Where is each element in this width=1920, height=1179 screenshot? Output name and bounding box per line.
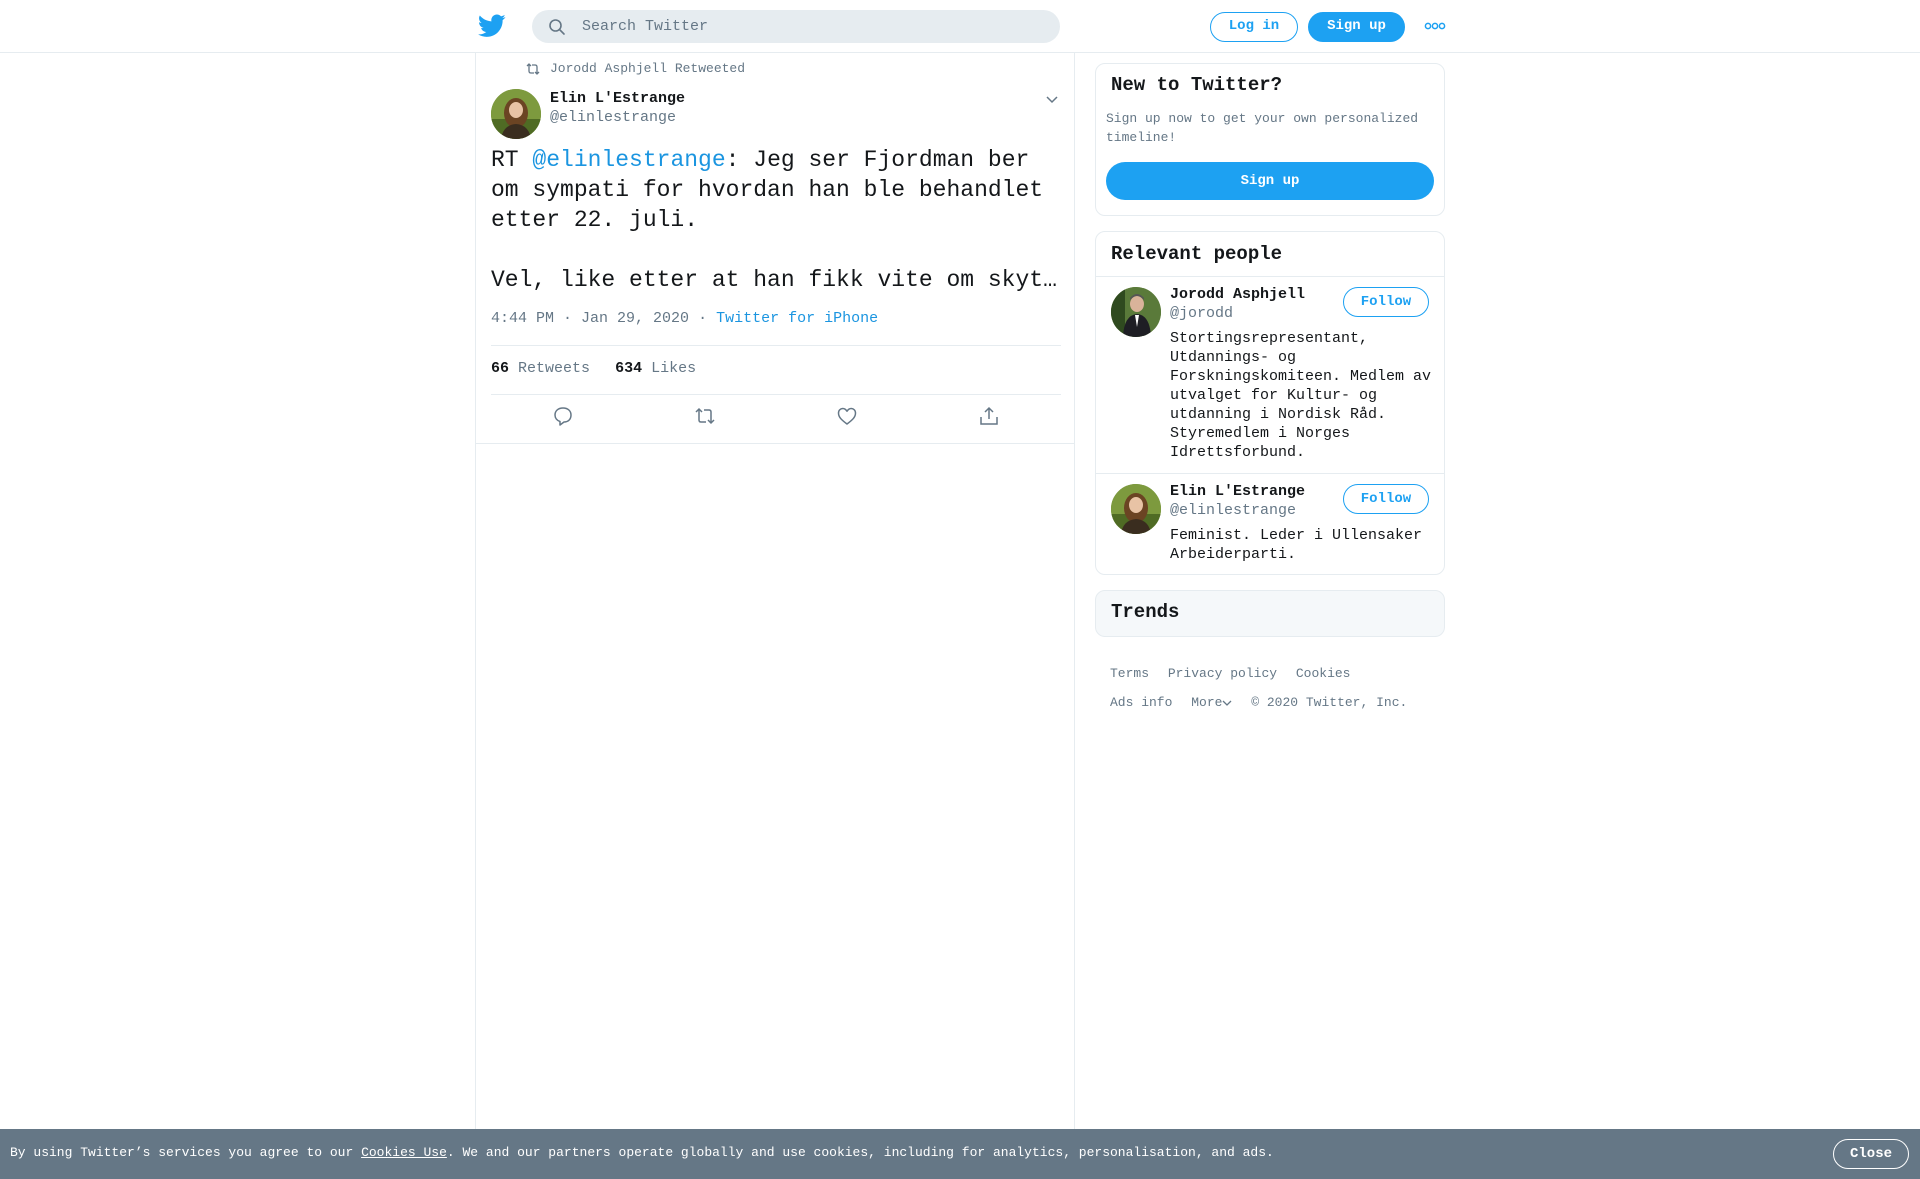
likes-label: Likes <box>651 360 697 377</box>
follow-button[interactable]: Follow <box>1343 484 1429 514</box>
meta-separator: · <box>698 310 708 327</box>
more-dots-icon[interactable] <box>1424 21 1446 31</box>
person-bio: Feminist. Leder i Ullensaker Arbeiderpar… <box>1170 527 1423 563</box>
person-item[interactable]: Elin L'Estrange @elinlestrange Follow Fe… <box>1096 474 1444 574</box>
footer-link-ads-info[interactable]: Ads info <box>1110 695 1172 710</box>
cookie-text-after: . We and our partners operate globally a… <box>446 1145 1274 1160</box>
tweet-column: Jorodd Asphjell Retweeted Elin L'Estrang… <box>475 53 1075 1129</box>
person-name[interactable]: Elin L'Estrange <box>1170 483 1305 500</box>
retweets-label: Retweets <box>518 360 591 377</box>
person-handle[interactable]: @jorodd <box>1170 305 1233 322</box>
retweet-context-text: Jorodd Asphjell Retweeted <box>550 61 746 76</box>
trends-card: Trends <box>1095 590 1445 637</box>
trends-title: Trends <box>1111 601 1180 623</box>
search-input[interactable] <box>582 10 1042 43</box>
divider <box>491 345 1061 346</box>
signup-card-title: New to Twitter? <box>1111 74 1283 96</box>
login-button[interactable]: Log in <box>1210 12 1298 42</box>
tweet-author-name[interactable]: Elin L'Estrange <box>550 90 685 107</box>
signup-card-button[interactable]: Sign up <box>1106 162 1434 200</box>
footer-link-cookies[interactable]: Cookies <box>1296 666 1351 681</box>
footer-link-terms[interactable]: Terms <box>1110 666 1149 681</box>
likes-stat[interactable]: 634 Likes <box>615 360 696 377</box>
footer-row: Ads info More © 2020 Twitter, Inc. <box>1110 695 1440 724</box>
footer-more-label: More <box>1191 695 1223 710</box>
divider <box>476 443 1074 444</box>
relevant-people-title: Relevant people <box>1111 243 1283 265</box>
retweets-count: 66 <box>491 360 510 377</box>
avatar[interactable] <box>1111 287 1161 337</box>
tweet-timestamp[interactable]: 4:44 PM · Jan 29, 2020 <box>491 310 689 327</box>
avatar[interactable] <box>491 89 541 139</box>
search-box[interactable] <box>532 10 1060 43</box>
retweets-stat[interactable]: 66 Retweets <box>491 360 590 377</box>
tweet-stats: 66 Retweets 634 Likes <box>491 360 712 377</box>
copyright: © 2020 Twitter, Inc. <box>1251 695 1408 710</box>
person-handle[interactable]: @elinlestrange <box>1170 502 1296 519</box>
avatar[interactable] <box>1111 484 1161 534</box>
person-item[interactable]: Jorodd Asphjell @jorodd Follow Stortings… <box>1096 277 1444 473</box>
cookie-close-button[interactable]: Close <box>1833 1139 1909 1169</box>
footer-link-more[interactable]: More <box>1191 695 1232 710</box>
footer-row: Terms Privacy policy Cookies <box>1110 666 1440 695</box>
footer-links: Terms Privacy policy Cookies Ads info Mo… <box>1110 666 1440 724</box>
cookie-notice-text: By using Twitter’s services you agree to… <box>10 1145 1274 1160</box>
follow-button[interactable]: Follow <box>1343 287 1429 317</box>
search-icon <box>549 19 565 35</box>
cookies-use-link[interactable]: Cookies Use <box>361 1145 447 1160</box>
tweet-mention-link[interactable]: @elinlestrange <box>532 147 725 173</box>
tweet-text: RT @elinlestrange: Jeg ser Fjordman ber … <box>491 145 1061 295</box>
tweet-author-handle[interactable]: @elinlestrange <box>550 109 676 126</box>
cookie-text-before: By using Twitter’s services you agree to… <box>10 1145 362 1160</box>
footer-link-privacy[interactable]: Privacy policy <box>1168 666 1277 681</box>
like-icon[interactable] <box>836 405 858 427</box>
reply-icon[interactable] <box>552 405 574 427</box>
relevant-people-card: Relevant people Jorodd Asphjell @jorodd … <box>1095 231 1445 575</box>
chevron-down-icon[interactable] <box>1044 91 1060 107</box>
chevron-down-icon <box>1222 700 1232 706</box>
tweet-text-prefix: RT <box>491 147 533 173</box>
top-navigation-bar: Log in Sign up <box>0 0 1920 53</box>
retweet-icon[interactable] <box>694 405 716 427</box>
twitter-bird-icon[interactable] <box>478 14 506 38</box>
cookie-consent-bar: By using Twitter’s services you agree to… <box>0 1129 1920 1179</box>
signup-card-description: Sign up now to get your own personalized… <box>1106 111 1419 145</box>
likes-count: 634 <box>615 360 643 377</box>
signup-button[interactable]: Sign up <box>1308 12 1405 42</box>
person-name[interactable]: Jorodd Asphjell <box>1170 286 1305 303</box>
retweet-icon <box>526 63 540 75</box>
share-icon[interactable] <box>978 405 1000 427</box>
tweet-actions <box>491 405 1061 435</box>
tweet-source-link[interactable]: Twitter for iPhone <box>716 310 878 327</box>
divider <box>491 394 1061 395</box>
tweet-metadata: 4:44 PM · Jan 29, 2020 · Twitter for iPh… <box>491 310 878 327</box>
person-bio: Stortingsrepresentant, Utdannings- og Fo… <box>1170 330 1432 461</box>
signup-card: New to Twitter? Sign up now to get your … <box>1095 63 1445 216</box>
